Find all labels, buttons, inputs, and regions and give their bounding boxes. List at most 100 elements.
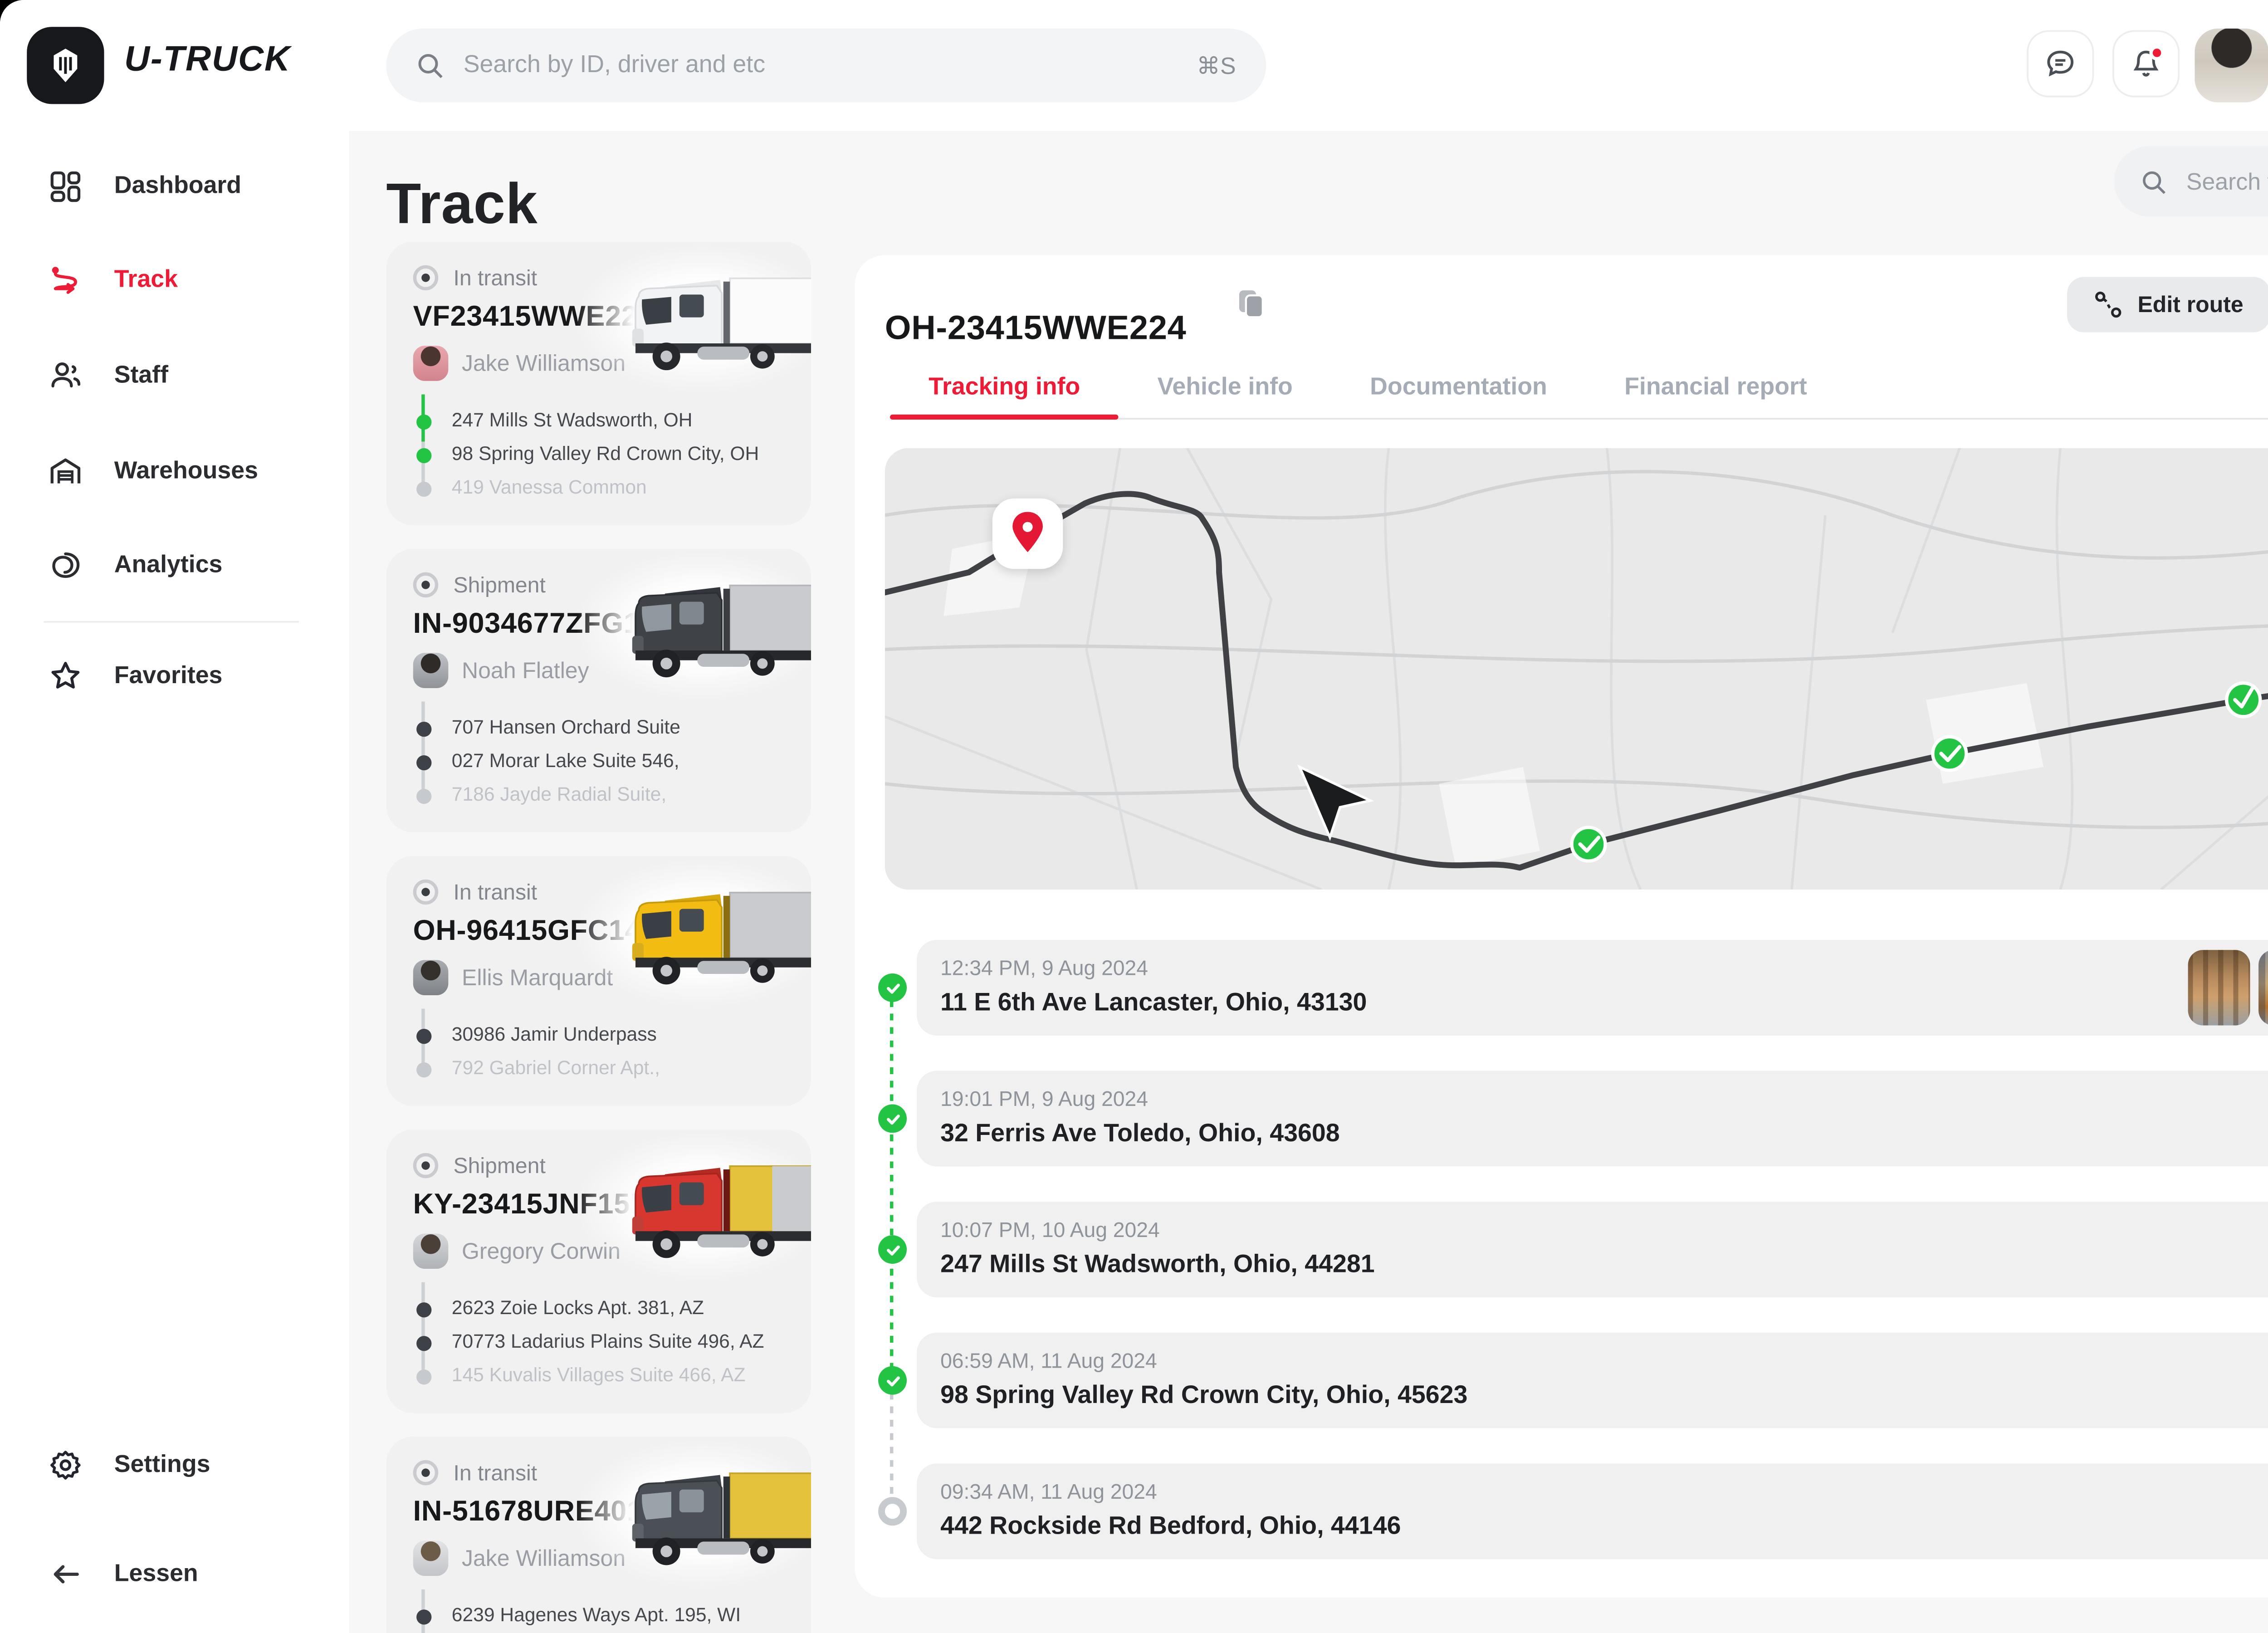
- global-search[interactable]: ⌘S: [386, 29, 1266, 103]
- status-radio-icon: [413, 1460, 439, 1485]
- arrow-left-icon: [47, 1556, 84, 1593]
- tab-documentation[interactable]: Documentation: [1331, 356, 1586, 418]
- sidebar-item-label: Staff: [114, 362, 168, 389]
- timeline-check-icon: [878, 1105, 907, 1133]
- truck-image: [606, 269, 811, 376]
- timeline-check-icon: [878, 1235, 907, 1264]
- route-map[interactable]: [885, 448, 2268, 890]
- search-icon: [2141, 169, 2166, 194]
- analytics-icon: [47, 547, 84, 584]
- detail-tabs: Tracking info Vehicle info Documentation…: [890, 356, 1846, 418]
- timeline-row[interactable]: 19:01 PM, 9 Aug 2024 32 Ferris Ave Toled…: [917, 1071, 2268, 1167]
- timeline-pending-icon: [878, 1497, 907, 1525]
- stop: 2623 Zoie Locks Apt. 381, AZ: [416, 1292, 784, 1326]
- stop-dot: [416, 1061, 431, 1076]
- page-title: Track: [386, 172, 538, 238]
- stop-address: 247 Mills St Wadsworth, Ohio, 44281: [940, 1250, 2268, 1279]
- truck-image: [606, 1156, 811, 1264]
- shield-icon: [45, 45, 86, 86]
- tab-vehicle-info[interactable]: Vehicle info: [1119, 356, 1331, 418]
- stops-list: 247 Mills St Wadsworth, OH 98 Spring Val…: [413, 405, 784, 505]
- app-window: U-TRUCK ⌘S: [0, 0, 2268, 1633]
- shipment-card-oh96415gfc145[interactable]: In transit OH-96415GFC145 Ellis Marquard…: [386, 856, 811, 1106]
- copy-icon: [1237, 288, 1264, 319]
- global-search-input[interactable]: [460, 50, 1180, 81]
- brand-logo[interactable]: [27, 27, 104, 104]
- notification-dot: [2149, 45, 2164, 60]
- stop: 7186 Jayde Radial Suite,: [416, 779, 784, 812]
- track-search-input[interactable]: [2183, 166, 2268, 196]
- stop-address: 11 E 6th Ave Lancaster, Ohio, 43130: [940, 988, 2268, 1017]
- detail-shipment-id: OH-23415WWE224: [885, 310, 1187, 348]
- timeline-row[interactable]: 06:59 AM, 11 Aug 2024 98 Spring Valley R…: [917, 1333, 2268, 1428]
- sidebar-item-warehouses[interactable]: Warehouses: [0, 438, 349, 505]
- stop: 247 Mills St Wadsworth, OH: [416, 405, 784, 438]
- sidebar-divider: [44, 621, 299, 623]
- stop-dot: [416, 754, 431, 769]
- stop-dot: [416, 447, 431, 462]
- status-radio-icon: [413, 1153, 439, 1178]
- status-radio-icon: [413, 572, 439, 597]
- stop-time: 12:34 PM, 9 Aug 2024: [940, 957, 2268, 980]
- stop-dot: [416, 1028, 431, 1043]
- timeline-row[interactable]: 12:34 PM, 9 Aug 2024 11 E 6th Ave Lancas…: [917, 940, 2268, 1036]
- edit-route-label: Edit route: [2137, 292, 2243, 317]
- stops-list: 6239 Hagenes Ways Apt. 195, WI 62611 Tal…: [413, 1599, 784, 1633]
- sidebar-item-track[interactable]: Track: [0, 247, 349, 314]
- user-avatar[interactable]: [2195, 29, 2268, 103]
- driver-name: Noah Flatley: [462, 658, 589, 683]
- edit-route-button[interactable]: Edit route: [2067, 277, 2268, 332]
- sidebar-item-label: Favorites: [114, 663, 223, 689]
- timeline-check-icon: [878, 973, 907, 1002]
- sidebar-item-favorites[interactable]: Favorites: [0, 643, 349, 710]
- sidebar-item-staff[interactable]: Staff: [0, 342, 349, 410]
- copy-id-button[interactable]: [1237, 288, 1264, 324]
- stop-dot: [416, 1301, 431, 1316]
- shipment-status: In transit: [454, 265, 538, 290]
- messages-button[interactable]: [2027, 30, 2094, 98]
- driver-avatar: [413, 1233, 449, 1269]
- sidebar-collapse[interactable]: Lessen: [0, 1541, 349, 1608]
- stop: 98 Spring Valley Rd Crown City, OH: [416, 438, 784, 472]
- sidebar-item-label: Analytics: [114, 552, 223, 579]
- stops-list: 707 Hansen Orchard Suite 027 Morar Lake …: [413, 712, 784, 812]
- shipment-card-in51678ure401[interactable]: In transit IN-51678URE401 Jake Williamso…: [386, 1437, 811, 1633]
- timeline-row[interactable]: 10:07 PM, 10 Aug 2024 247 Mills St Wadsw…: [917, 1202, 2268, 1297]
- stop-time: 06:59 AM, 11 Aug 2024: [940, 1349, 2268, 1373]
- shipment-card-in9034677zfg154[interactable]: Shipment IN-9034677ZFG154 Noah Flatley 7…: [386, 549, 811, 832]
- sidebar-item-settings[interactable]: Settings: [0, 1432, 349, 1499]
- staff-icon: [47, 357, 84, 394]
- shipment-status: In transit: [454, 1460, 538, 1485]
- stop-photos: 4+: [2188, 950, 2268, 1025]
- stop: 30986 Jamir Underpass: [416, 1019, 784, 1052]
- shipment-card-ky23415jnf155[interactable]: Shipment KY-23415JNF155 Gregory Corwin 2…: [386, 1129, 811, 1413]
- truck-image: [606, 1463, 811, 1571]
- stop-dot: [416, 481, 431, 496]
- sidebar-item-dashboard[interactable]: Dashboard: [0, 153, 349, 220]
- stop-address: 32 Ferris Ave Toledo, Ohio, 43608: [940, 1120, 2268, 1148]
- photo-thumbnail[interactable]: [2188, 950, 2250, 1025]
- photo-thumbnail[interactable]: [2258, 950, 2268, 1025]
- shipment-status: Shipment: [454, 572, 546, 597]
- stops-list: 2623 Zoie Locks Apt. 381, AZ 70773 Ladar…: [413, 1292, 784, 1393]
- status-radio-icon: [413, 880, 439, 905]
- tab-financial-report[interactable]: Financial report: [1586, 356, 1846, 418]
- stop-dot: [416, 721, 431, 736]
- driver-avatar: [413, 960, 449, 995]
- stop-address: 442 Rockside Rd Bedford, Ohio, 44146: [940, 1512, 2268, 1541]
- dashboard-icon: [47, 168, 84, 205]
- stop-dot: [416, 414, 431, 429]
- track-search[interactable]: [2114, 146, 2268, 216]
- tab-tracking-info[interactable]: Tracking info: [890, 356, 1119, 418]
- sidebar-item-analytics[interactable]: Analytics: [0, 532, 349, 599]
- star-icon: [47, 658, 84, 694]
- truck-image: [606, 883, 811, 990]
- sidebar-item-label: Dashboard: [114, 173, 241, 200]
- truck-image: [606, 576, 811, 683]
- brand-name: U-TRUCK: [124, 40, 291, 81]
- top-bar: U-TRUCK ⌘S: [0, 0, 2268, 131]
- timeline-row[interactable]: 09:34 AM, 11 Aug 2024 442 Rockside Rd Be…: [917, 1463, 2268, 1559]
- notifications-button[interactable]: [2112, 30, 2180, 98]
- stop: 70773 Ladarius Plains Suite 496, AZ: [416, 1326, 784, 1359]
- shipment-card-vf23415wwe224[interactable]: In transit VF23415WWE224 Jake Williamson…: [386, 242, 811, 525]
